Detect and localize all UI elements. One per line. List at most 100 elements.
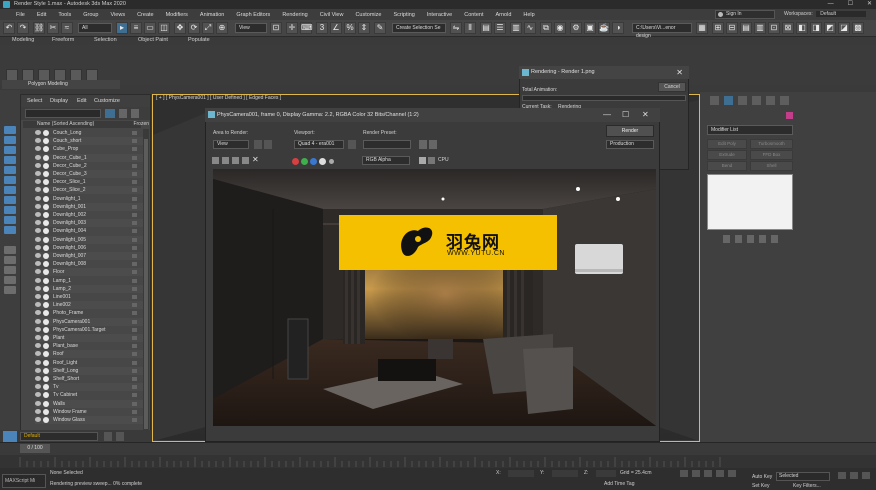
channel-dropdown[interactable]: RGB Alpha [362, 156, 410, 165]
render-production-icon[interactable]: ☕ [598, 22, 610, 34]
render-iterative-icon[interactable]: ◑ [612, 22, 624, 34]
freeze-toggle-icon[interactable] [132, 278, 137, 283]
freeze-toggle-icon[interactable] [132, 393, 137, 398]
zoom-icon[interactable] [850, 472, 858, 479]
visibility-eye-icon[interactable] [35, 408, 41, 414]
hierarchy-tab-icon[interactable] [738, 96, 747, 105]
scene-object-row[interactable]: Roof [35, 350, 143, 359]
clear-icon[interactable]: ✕ [252, 155, 259, 164]
visibility-eye-icon[interactable] [35, 187, 41, 193]
filter-lights-icon[interactable] [4, 146, 16, 154]
rendered-image[interactable] [213, 169, 656, 426]
rect-selection-icon[interactable]: ▭ [144, 22, 156, 34]
edit-poly-button[interactable]: Edit Poly [707, 139, 747, 149]
scene-object-row[interactable]: Window Glass [35, 416, 143, 424]
workspaces[interactable]: Workspaces: Default [784, 11, 867, 17]
freeze-toggle-icon[interactable] [132, 196, 137, 201]
percent-snap-icon[interactable]: % [344, 22, 356, 34]
scene-object-row[interactable]: PhysCamera001.Target [35, 326, 143, 334]
turbosmooth-button[interactable]: Turbosmooth [750, 139, 793, 149]
freeze-toggle-icon[interactable] [132, 295, 137, 299]
scene-object-row[interactable]: Walls [35, 399, 143, 408]
freeze-toggle-icon[interactable] [132, 418, 137, 422]
visibility-eye-icon[interactable] [35, 220, 41, 226]
selected-dropdown[interactable]: Selected [776, 472, 830, 481]
edit-region-icon[interactable] [254, 140, 262, 149]
menu-edit[interactable]: Edit [77, 95, 86, 107]
scene-object-row[interactable]: Downlight_003 [35, 219, 143, 228]
render-button[interactable]: Render [606, 125, 654, 137]
viewport-label[interactable]: [ + ] [ PhysCamera001 ] [ User Defined ]… [156, 95, 281, 101]
menu-graph-editors[interactable]: Graph Editors [230, 12, 276, 18]
freeze-toggle-icon[interactable] [132, 286, 137, 291]
window-crossing-icon[interactable]: ◫ [158, 22, 170, 34]
alpha-channel-icon[interactable] [319, 158, 326, 165]
visibility-eye-icon[interactable] [35, 261, 41, 267]
sign-in-button[interactable]: Sign In [715, 10, 775, 19]
freeze-toggle-icon[interactable] [132, 237, 137, 242]
scene-object-row[interactable]: Plant_base [35, 342, 143, 350]
scene-object-row[interactable]: Roof_Light [35, 359, 143, 367]
visibility-eye-icon[interactable] [35, 400, 41, 406]
scroll-thumb[interactable] [144, 139, 148, 429]
modifier-stack[interactable] [707, 174, 793, 230]
tab-modeling[interactable]: Modeling [12, 37, 34, 43]
menu-file[interactable]: File [10, 12, 31, 18]
copy-image-icon[interactable] [222, 157, 229, 164]
maximize-button[interactable]: ☐ [848, 0, 853, 9]
layer-explorer-icon[interactable] [3, 431, 17, 442]
scene-object-row[interactable]: Downlight_006 [35, 244, 143, 252]
time-config-icon[interactable] [838, 472, 846, 479]
visibility-eye-icon[interactable] [35, 343, 41, 349]
prev-frame-icon[interactable] [692, 470, 700, 477]
freeze-toggle-icon[interactable] [132, 344, 137, 349]
freeze-toggle-icon[interactable] [132, 262, 137, 267]
freeze-toggle-icon[interactable] [132, 352, 137, 357]
select-by-name-icon[interactable]: ≡ [130, 22, 142, 34]
render-setup-icon[interactable]: ⚙ [570, 22, 582, 34]
render-preset-dropdown[interactable] [363, 140, 411, 149]
layout-icon-11[interactable]: ▩ [852, 22, 864, 34]
explorer-scrollbar[interactable] [143, 129, 149, 441]
freeze-toggle-icon[interactable] [132, 327, 137, 332]
toggle-scene-explorer-icon[interactable]: ▤ [480, 22, 492, 34]
freeze-toggle-icon[interactable] [132, 180, 137, 185]
freeze-toggle-icon[interactable] [132, 336, 137, 340]
scene-object-row[interactable]: Plant [35, 334, 143, 342]
scene-object-row[interactable]: Tv [35, 383, 143, 392]
freeze-toggle-icon[interactable] [132, 270, 137, 275]
key-filters-button[interactable]: Key Filters... [793, 483, 821, 489]
visibility-eye-icon[interactable] [35, 335, 41, 340]
modifier-list-dropdown[interactable]: Modifier List [707, 125, 793, 135]
menu-animation[interactable]: Animation [194, 12, 230, 18]
scene-object-row[interactable]: Decor_Slice_1 [35, 178, 143, 186]
layer-dropdown[interactable]: Default [20, 432, 98, 441]
blue-channel-icon[interactable] [310, 158, 317, 165]
visibility-eye-icon[interactable] [35, 376, 41, 381]
move-icon[interactable]: ✥ [174, 22, 186, 34]
select-object-icon[interactable]: ▸ [116, 22, 128, 34]
lock-viewport-icon[interactable] [348, 140, 356, 149]
curve-editor-icon[interactable]: ∿ [524, 22, 536, 34]
freeze-toggle-icon[interactable] [132, 204, 137, 209]
filter-cameras-icon[interactable] [4, 156, 16, 164]
scene-object-row[interactable]: Couch_Long [35, 129, 143, 137]
explorer-search-input[interactable] [25, 109, 101, 118]
scene-object-row[interactable]: Downlight_001 [35, 202, 143, 211]
menu-select[interactable]: Select [27, 95, 42, 107]
visibility-eye-icon[interactable] [35, 285, 41, 291]
visibility-eye-icon[interactable] [35, 228, 41, 234]
display-influences-icon[interactable] [4, 256, 16, 264]
lock-icon[interactable] [119, 109, 127, 118]
visibility-eye-icon[interactable] [35, 269, 41, 275]
object-color-swatch[interactable] [786, 112, 793, 119]
make-unique-icon[interactable] [747, 235, 754, 243]
freeze-toggle-icon[interactable] [132, 319, 137, 324]
menu-edit[interactable]: Edit [31, 12, 52, 18]
rendered-frame-window-icon[interactable]: ▣ [584, 22, 596, 34]
project-folder-icon[interactable]: ▦ [696, 22, 708, 34]
project-path[interactable]: C:\Users\Vi...enor design [632, 23, 692, 39]
menu-interactive[interactable]: Interactive [421, 12, 458, 18]
freeze-toggle-icon[interactable] [132, 213, 137, 217]
freeze-toggle-icon[interactable] [132, 409, 137, 414]
